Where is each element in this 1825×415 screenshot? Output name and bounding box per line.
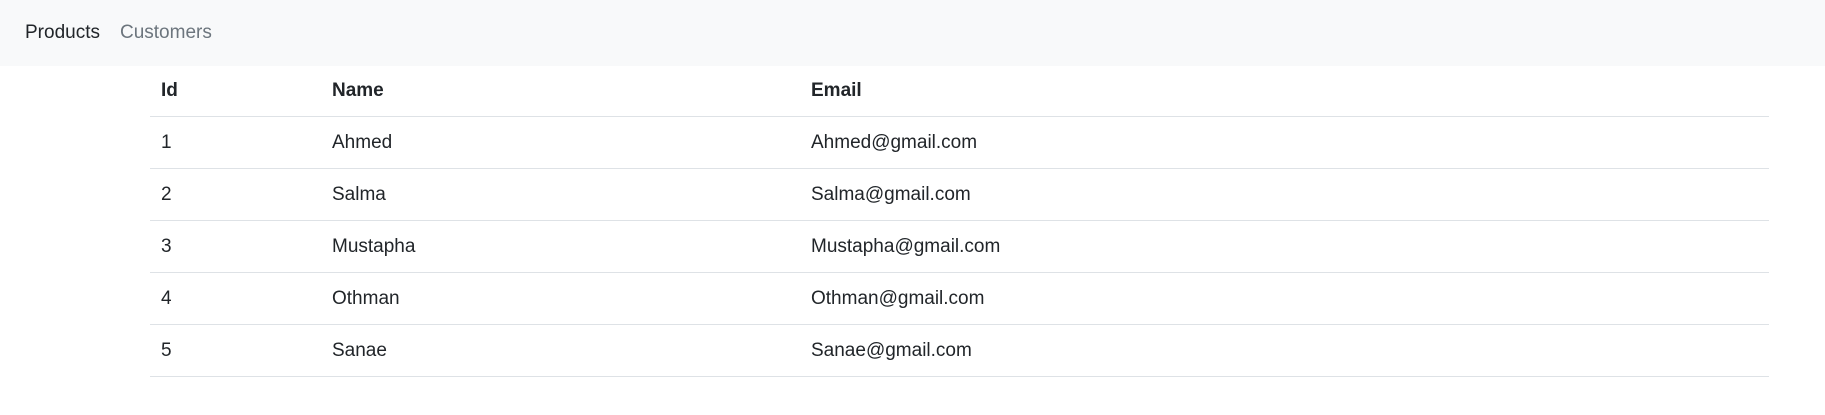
- header-row: Id Name Email: [150, 66, 1769, 117]
- cell-name: Mustapha: [321, 220, 800, 273]
- column-header-email: Email: [800, 66, 1769, 117]
- cell-name: Othman: [321, 272, 800, 325]
- cell-name: Salma: [321, 168, 800, 221]
- column-header-name: Name: [321, 66, 800, 117]
- cell-id: 4: [150, 272, 321, 325]
- cell-name: Sanae: [321, 324, 800, 377]
- table-header: Id Name Email: [150, 66, 1769, 117]
- nav-link-products[interactable]: Products: [25, 22, 100, 44]
- table-row: 1 Ahmed Ahmed@gmail.com: [150, 116, 1769, 169]
- customers-table: Id Name Email 1 Ahmed Ahmed@gmail.com 2 …: [150, 66, 1769, 377]
- customers-table-container: Id Name Email 1 Ahmed Ahmed@gmail.com 2 …: [150, 66, 1769, 377]
- table-row: 3 Mustapha Mustapha@gmail.com: [150, 220, 1769, 273]
- table-row: 4 Othman Othman@gmail.com: [150, 272, 1769, 325]
- cell-email: Sanae@gmail.com: [800, 324, 1769, 377]
- table-row: 5 Sanae Sanae@gmail.com: [150, 324, 1769, 377]
- cell-id: 5: [150, 324, 321, 377]
- cell-email: Ahmed@gmail.com: [800, 116, 1769, 169]
- cell-id: 2: [150, 168, 321, 221]
- table-row: 2 Salma Salma@gmail.com: [150, 168, 1769, 221]
- nav-link-customers[interactable]: Customers: [120, 22, 212, 44]
- cell-name: Ahmed: [321, 116, 800, 169]
- cell-id: 3: [150, 220, 321, 273]
- cell-email: Mustapha@gmail.com: [800, 220, 1769, 273]
- cell-email: Salma@gmail.com: [800, 168, 1769, 221]
- cell-id: 1: [150, 116, 321, 169]
- column-header-id: Id: [150, 66, 321, 117]
- table-body: 1 Ahmed Ahmed@gmail.com 2 Salma Salma@gm…: [150, 116, 1769, 377]
- navbar: Products Customers: [0, 0, 1825, 66]
- cell-email: Othman@gmail.com: [800, 272, 1769, 325]
